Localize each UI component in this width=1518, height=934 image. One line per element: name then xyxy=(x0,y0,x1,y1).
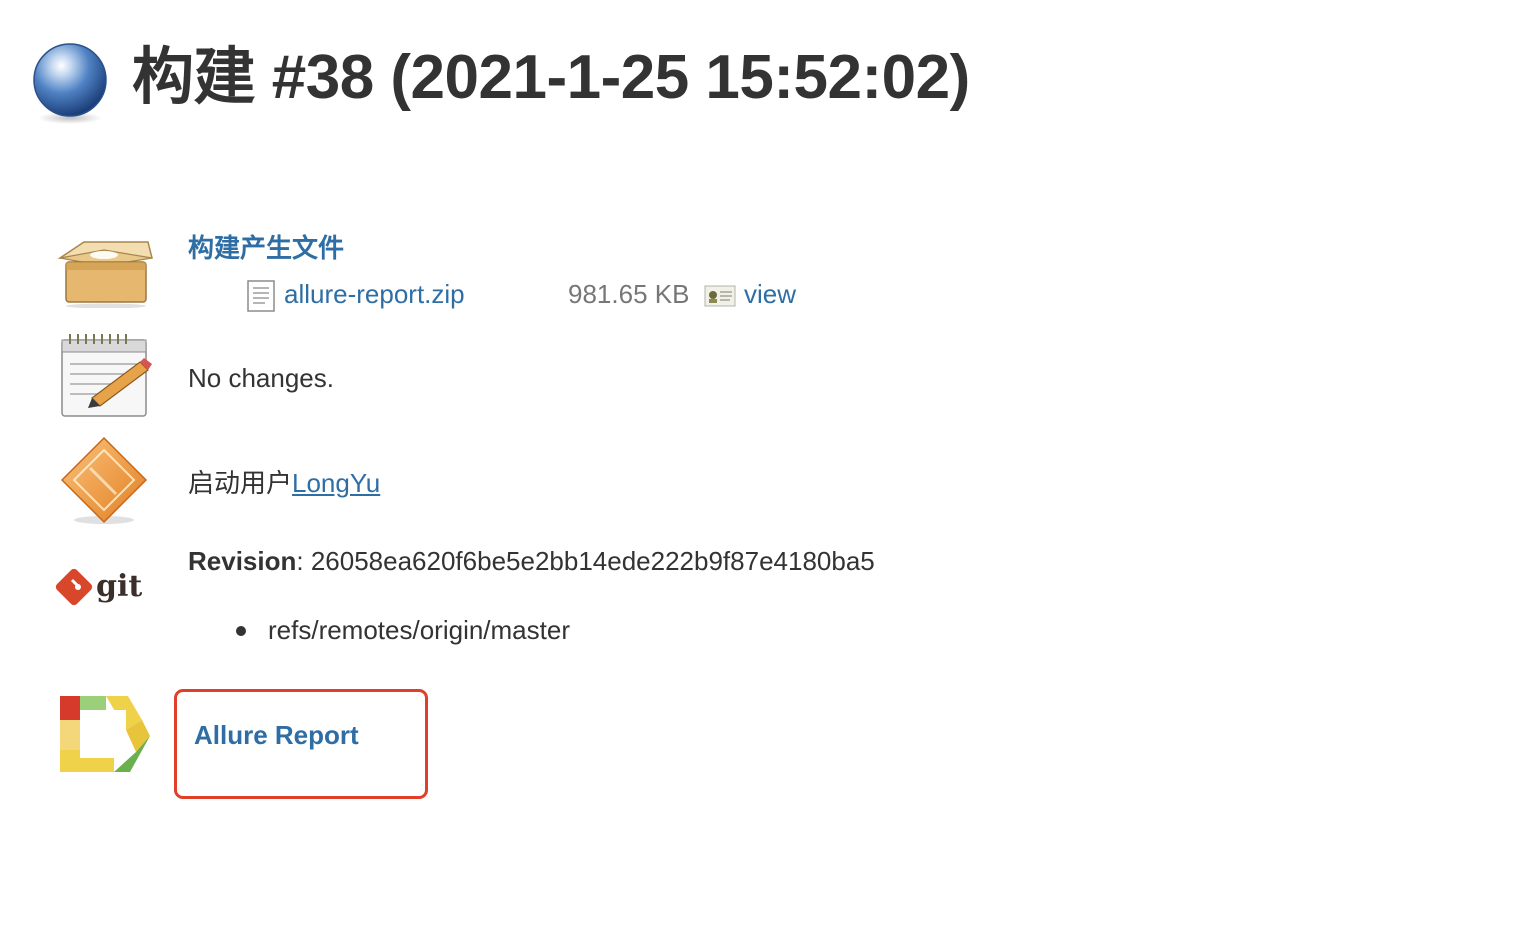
revision-hash: 26058ea620f6be5e2bb14ede222b9f87e4180ba5 xyxy=(310,546,875,576)
allure-logo-icon xyxy=(60,696,150,772)
artifacts-link[interactable]: 构建产生文件 xyxy=(188,233,344,263)
page-title: 构建 #38 (2021-1-25 15:52:02) xyxy=(132,43,970,112)
started-by: 启动用户LongYu xyxy=(188,463,380,503)
revision-separator: : xyxy=(296,546,311,576)
revision-line: Revision: 26058ea620f6be5e2bb14ede222b9f… xyxy=(188,541,875,581)
artifact-file-link[interactable]: allure-report.zip xyxy=(284,274,465,314)
changes-text: No changes. xyxy=(188,363,334,393)
user-link[interactable]: LongYu xyxy=(292,468,380,498)
user-cause-icon xyxy=(60,436,148,524)
blue-ball-icon xyxy=(33,43,107,124)
started-by-prefix: 启动用户 xyxy=(188,468,293,498)
allure-report-link[interactable]: Allure Report xyxy=(194,715,359,755)
document-icon xyxy=(247,280,275,312)
git-logo-icon: git xyxy=(55,568,142,606)
package-box-icon xyxy=(57,241,153,308)
artifacts-heading[interactable]: 构建产生文件 xyxy=(188,228,344,268)
bullet-icon xyxy=(236,626,246,636)
branch-item: refs/remotes/origin/master xyxy=(230,610,570,650)
artifact-size: 981.65 KB xyxy=(568,279,690,309)
notepad-pencil-icon xyxy=(61,334,152,417)
svg-text:git: git xyxy=(96,569,142,604)
branch-list: refs/remotes/origin/master xyxy=(230,610,570,650)
revision-label: Revision xyxy=(188,546,297,576)
artifact-item: allure-report.zip 981.65 KB view xyxy=(246,274,946,314)
fingerprint-icon[interactable] xyxy=(704,284,736,308)
branch-name: refs/remotes/origin/master xyxy=(268,615,570,645)
view-fingerprint-link[interactable]: view xyxy=(744,274,796,314)
